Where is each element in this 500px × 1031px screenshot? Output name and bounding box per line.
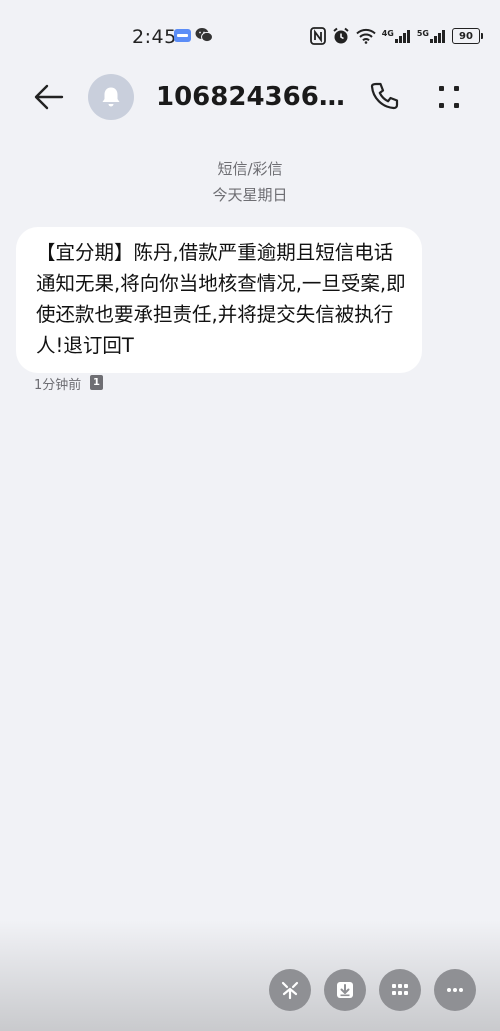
bell-icon [102, 87, 120, 107]
status-bar: 2:45 4G 5G 90 [0, 0, 500, 70]
more-vertical-icon[interactable] [434, 80, 464, 114]
battery-icon: 90 [452, 28, 483, 44]
notification-app-icon [174, 29, 191, 42]
messaging-screen: 2:45 4G 5G 90 1068243668… 短信/彩信 今天星期日 【宜… [0, 0, 500, 1031]
contact-avatar[interactable] [88, 74, 134, 120]
more-actions-button[interactable] [434, 969, 476, 1011]
smart-suggest-button[interactable] [269, 969, 311, 1011]
wifi-icon [356, 28, 376, 44]
status-time: 2:45 [132, 26, 177, 48]
alarm-icon [333, 27, 349, 44]
bottom-fade [0, 920, 500, 1031]
save-message-button[interactable] [324, 969, 366, 1011]
wechat-icon [195, 28, 213, 43]
conversation-header: 1068243668… [0, 70, 500, 126]
date-label: 今天星期日 [212, 186, 288, 204]
phone-icon[interactable] [368, 80, 400, 114]
nfc-icon [309, 27, 326, 45]
message-time: 1分钟前 [34, 378, 82, 393]
signal-5g-icon: 5G [417, 29, 446, 43]
signal-4g-icon: 4G [382, 29, 411, 43]
network-4g-label: 4G [381, 29, 394, 38]
app-grid-button[interactable] [379, 969, 421, 1011]
message-bubble[interactable]: 【宜分期】陈丹,借款严重逾期且短信电话通知无果,将向你当地核查情况,一旦受案,即… [16, 227, 422, 373]
status-icons: 4G 5G 90 [304, 26, 483, 46]
grid-icon [392, 984, 408, 995]
contact-name[interactable]: 1068243668… [156, 82, 352, 112]
sim-badge: 1 [90, 375, 103, 390]
more-horizontal-icon [447, 988, 463, 992]
battery-level: 90 [459, 30, 473, 42]
download-icon [337, 982, 353, 998]
sparkle-icon [281, 981, 299, 1000]
back-arrow-icon[interactable] [32, 80, 66, 114]
channel-label: 短信/彩信 [217, 160, 283, 178]
network-5g-label: 5G [416, 29, 429, 38]
